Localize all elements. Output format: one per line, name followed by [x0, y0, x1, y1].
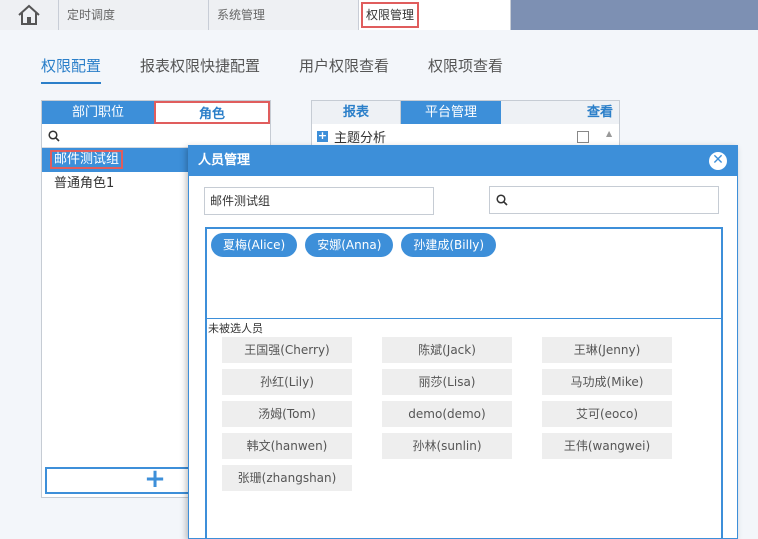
unselected-member[interactable]: 张珊(zhangshan)	[222, 465, 352, 491]
tab-schedule[interactable]: 定时调度	[59, 0, 209, 30]
sub-tabs: 权限配置 报表权限快捷配置 用户权限查看 权限项查看	[41, 55, 542, 84]
tab-platform-management[interactable]: 平台管理	[401, 101, 501, 124]
unselected-member[interactable]: 陈斌(Jack)	[382, 337, 512, 363]
expand-icon[interactable]: +	[317, 130, 328, 142]
unselected-member[interactable]: 王国强(Cherry)	[222, 337, 352, 363]
report-panel-tabs: 报表 平台管理 查看	[312, 101, 619, 124]
search-icon	[496, 194, 508, 206]
role-label: 邮件测试组	[50, 150, 124, 169]
home-icon	[18, 4, 40, 25]
unselected-member[interactable]: 马功成(Mike)	[542, 369, 672, 395]
subtab-permission-item-view[interactable]: 权限项查看	[428, 55, 503, 84]
home-tab[interactable]	[0, 0, 59, 30]
view-column-header: 查看	[501, 101, 619, 124]
unselected-member[interactable]: 汤姆(Tom)	[222, 401, 352, 427]
close-icon[interactable]: ✕	[709, 152, 727, 170]
unselected-members: 王国强(Cherry) 陈斌(Jack) 王琳(Jenny) 孙红(Lily) …	[207, 337, 721, 491]
unselected-member[interactable]: 丽莎(Lisa)	[382, 369, 512, 395]
tab-department-position[interactable]: 部门职位	[42, 101, 154, 124]
group-name-field[interactable]: 邮件测试组	[204, 187, 434, 215]
tab-system-management[interactable]: 系统管理	[209, 0, 359, 30]
tab-label: 定时调度	[67, 8, 116, 22]
selected-member-chip[interactable]: 夏梅(Alice)	[211, 233, 298, 257]
member-search-input[interactable]	[489, 186, 719, 214]
role-panel-tabs: 部门职位 角色	[42, 101, 270, 124]
unselected-member[interactable]: 韩文(hanwen)	[222, 433, 352, 459]
selected-member-chip[interactable]: 安娜(Anna)	[305, 233, 394, 257]
subtab-permission-config[interactable]: 权限配置	[41, 55, 102, 84]
member-management-dialog: 人员管理 ✕ 邮件测试组 夏梅(Alice) 安娜(Anna) 孙建成(Bill…	[188, 145, 738, 539]
dialog-title: 人员管理	[198, 153, 251, 168]
subtab-user-permission-view[interactable]: 用户权限查看	[299, 55, 389, 84]
unselected-member[interactable]: 王伟(wangwei)	[542, 433, 672, 459]
member-selection-box: 夏梅(Alice) 安娜(Anna) 孙建成(Billy) 未被选人员 王国强(…	[205, 227, 723, 539]
view-checkbox[interactable]	[577, 131, 589, 143]
tab-role[interactable]: 角色	[154, 101, 270, 124]
tab-label: 权限管理	[361, 2, 420, 28]
tab-report[interactable]: 报表	[312, 101, 401, 124]
selected-members: 夏梅(Alice) 安娜(Anna) 孙建成(Billy)	[207, 229, 721, 319]
tab-label: 系统管理	[217, 8, 266, 22]
tree-row-label: 主题分析	[334, 130, 387, 146]
unselected-member[interactable]: 艾可(eoco)	[542, 401, 672, 427]
search-icon	[48, 129, 60, 142]
unselected-member[interactable]: 孙林(sunlin)	[382, 433, 512, 459]
top-tab-bar: 定时调度 系统管理 权限管理	[0, 0, 758, 30]
subtab-report-quick-config[interactable]: 报表权限快捷配置	[140, 55, 260, 84]
unselected-label: 未被选人员	[208, 322, 263, 335]
selected-member-chip[interactable]: 孙建成(Billy)	[401, 233, 497, 257]
unselected-member[interactable]: demo(demo)	[382, 401, 512, 427]
unselected-member[interactable]: 孙红(Lily)	[222, 369, 352, 395]
tab-permission-management[interactable]: 权限管理	[359, 0, 511, 30]
dialog-header: 人员管理 ✕	[189, 146, 737, 176]
unselected-member[interactable]: 王琳(Jenny)	[542, 337, 672, 363]
